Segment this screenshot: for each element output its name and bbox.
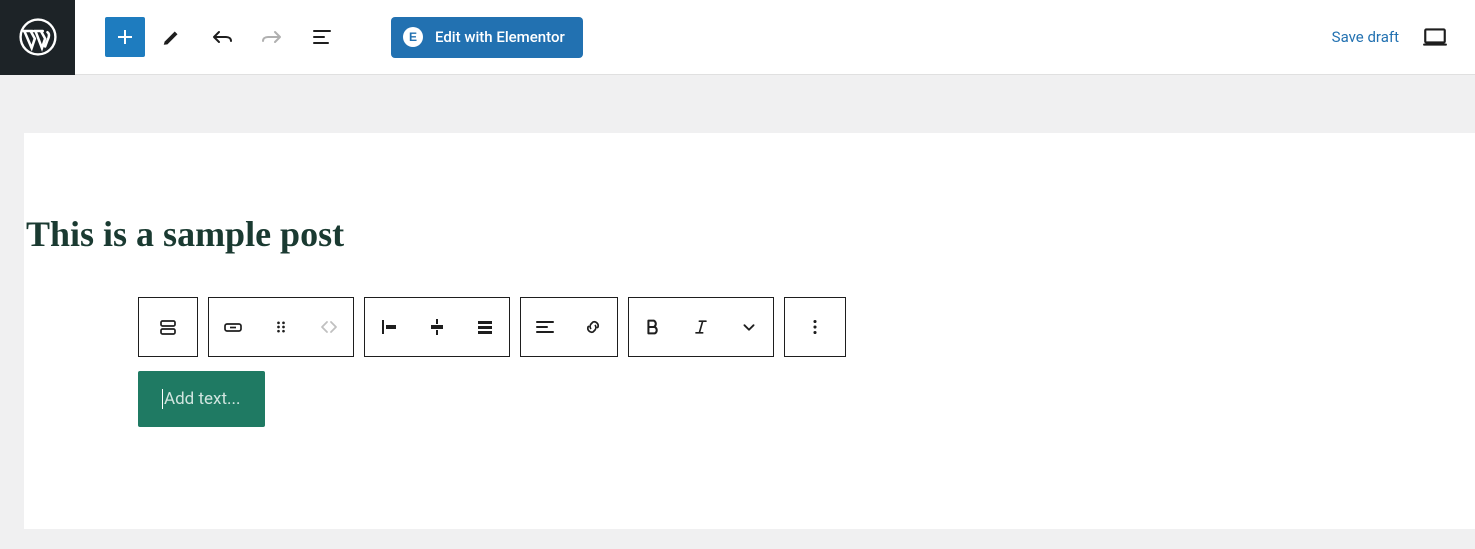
italic-icon [691, 317, 711, 337]
link-icon [581, 315, 605, 339]
redo-icon [260, 25, 284, 49]
top-toolbar: E Edit with Elementor Save draft [0, 0, 1475, 75]
align-left-icon [533, 315, 557, 339]
editor-canvas: This is a sample post te [0, 75, 1475, 529]
align-text-button[interactable] [521, 298, 569, 356]
add-block-button[interactable] [105, 17, 145, 57]
drag-icon [271, 317, 291, 337]
post-title[interactable]: This is a sample post [24, 213, 1475, 255]
justify-right-icon [473, 315, 497, 339]
justify-right-button[interactable] [461, 298, 509, 356]
elementor-label: Edit with Elementor [435, 28, 565, 46]
toolbar-group-justify [364, 297, 510, 357]
move-icon [317, 315, 341, 339]
more-format-button[interactable] [725, 298, 773, 356]
justify-left-button[interactable] [365, 298, 413, 356]
block-toolbar [138, 297, 1475, 357]
plus-icon [113, 25, 137, 49]
edit-with-elementor-button[interactable]: E Edit with Elementor [391, 17, 583, 58]
desktop-icon [1422, 24, 1448, 50]
parent-block-button[interactable] [144, 298, 192, 356]
undo-button[interactable] [199, 14, 245, 60]
text-cursor [162, 389, 163, 409]
outline-button[interactable] [299, 14, 345, 60]
chevron-down-icon [738, 316, 760, 338]
button-block-icon [221, 315, 245, 339]
list-outline-icon [310, 25, 334, 49]
toolbar-group-transform [208, 297, 354, 357]
top-right-tools: Save draft [1332, 14, 1475, 60]
edit-tool-button[interactable] [149, 14, 195, 60]
justify-left-icon [377, 315, 401, 339]
block-type-button[interactable] [209, 298, 257, 356]
top-left-tools: E Edit with Elementor [75, 14, 583, 60]
undo-icon [210, 25, 234, 49]
move-button[interactable] [305, 298, 353, 356]
wordpress-icon [19, 18, 57, 56]
kebab-icon [804, 316, 826, 338]
post-content: This is a sample post te [24, 133, 1475, 529]
italic-button[interactable] [677, 298, 725, 356]
more-options-button[interactable] [785, 298, 845, 356]
justify-center-button[interactable] [413, 298, 461, 356]
link-button[interactable] [569, 298, 617, 356]
toolbar-group-format [628, 297, 774, 357]
wordpress-logo[interactable] [0, 0, 75, 75]
justify-center-icon [425, 315, 449, 339]
drag-handle[interactable] [257, 298, 305, 356]
pencil-icon [161, 26, 183, 48]
elementor-icon: E [403, 27, 423, 47]
bold-button[interactable] [629, 298, 677, 356]
save-draft-button[interactable]: Save draft [1332, 28, 1399, 46]
button-placeholder: Add text... [164, 389, 241, 409]
button-block-input[interactable]: Add text... [138, 371, 265, 427]
redo-button[interactable] [249, 14, 295, 60]
preview-button[interactable] [1419, 14, 1451, 60]
buttons-block-icon [156, 315, 180, 339]
bold-icon [642, 316, 664, 338]
toolbar-group-link [520, 297, 618, 357]
toolbar-group-more [784, 297, 846, 357]
toolbar-group-parent [138, 297, 198, 357]
